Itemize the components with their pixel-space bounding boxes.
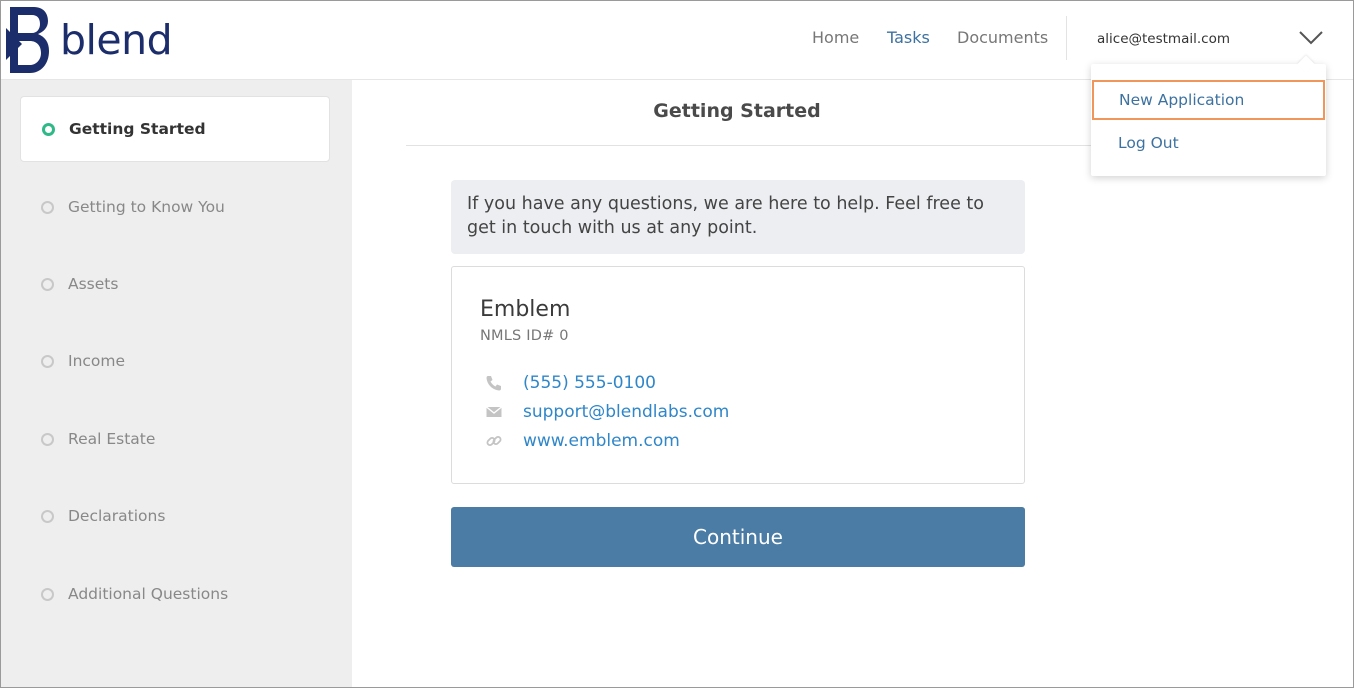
email-link[interactable]: support@blendlabs.com <box>523 402 729 422</box>
contact-email-row: support@blendlabs.com <box>484 402 729 422</box>
nav-divider <box>1066 16 1067 60</box>
sidebar-item-additional-questions[interactable]: Additional Questions <box>20 561 330 627</box>
sidebar-item-declarations[interactable]: Declarations <box>20 483 330 549</box>
sidebar-item-getting-to-know-you[interactable]: Getting to Know You <box>20 174 330 240</box>
sidebar-item-assets[interactable]: Assets <box>20 251 330 317</box>
continue-button[interactable]: Continue <box>451 507 1025 567</box>
website-link[interactable]: www.emblem.com <box>523 431 680 451</box>
status-dot-icon <box>41 277 54 291</box>
contact-phone-row: (555) 555-0100 <box>484 373 656 393</box>
status-dot-icon <box>42 122 55 136</box>
blend-logo[interactable]: blend <box>4 3 173 77</box>
page-title: Getting Started <box>653 100 821 122</box>
phone-icon <box>486 376 501 391</box>
nav-home[interactable]: Home <box>812 28 859 47</box>
sidebar-item-getting-started[interactable]: Getting Started <box>20 96 330 162</box>
sidebar-item-real-estate[interactable]: Real Estate <box>20 406 330 472</box>
link-icon <box>486 436 502 446</box>
sidebar-item-label: Additional Questions <box>68 585 229 603</box>
user-email[interactable]: alice@testmail.com <box>1097 31 1230 47</box>
nav-documents[interactable]: Documents <box>957 28 1048 47</box>
user-menu: New Application Log Out <box>1091 64 1326 176</box>
status-dot-icon <box>41 200 54 214</box>
brand-name: blend <box>60 16 173 64</box>
lender-contact-card: Emblem NMLS ID# 0 (555) 555-0100 support… <box>451 266 1025 484</box>
menu-item-log-out[interactable]: Log Out <box>1091 123 1326 163</box>
lender-name: Emblem <box>480 297 571 322</box>
menu-item-new-application[interactable]: New Application <box>1092 80 1325 120</box>
status-dot-icon <box>41 432 54 446</box>
sidebar-item-label: Declarations <box>68 507 166 525</box>
title-divider <box>406 145 1096 146</box>
envelope-icon <box>486 406 502 417</box>
contact-website-row: www.emblem.com <box>484 431 680 451</box>
blend-logo-icon <box>6 7 49 73</box>
sidebar-item-income[interactable]: Income <box>20 328 330 394</box>
chevron-down-icon[interactable] <box>1297 24 1325 52</box>
status-dot-icon <box>41 587 54 601</box>
sidebar-item-label: Real Estate <box>68 430 156 448</box>
sidebar-item-label: Assets <box>68 275 119 293</box>
sidebar: Getting Started Getting to Know You Asse… <box>0 80 352 688</box>
status-dot-icon <box>41 509 54 523</box>
status-dot-icon <box>41 354 54 368</box>
help-message: If you have any questions, we are here t… <box>451 180 1025 254</box>
sidebar-item-label: Getting to Know You <box>68 198 225 216</box>
lender-nmls-id: NMLS ID# 0 <box>480 328 569 344</box>
phone-link[interactable]: (555) 555-0100 <box>523 373 656 393</box>
nav-tasks[interactable]: Tasks <box>887 28 930 47</box>
sidebar-item-label: Income <box>68 352 126 370</box>
sidebar-item-label: Getting Started <box>69 120 206 138</box>
